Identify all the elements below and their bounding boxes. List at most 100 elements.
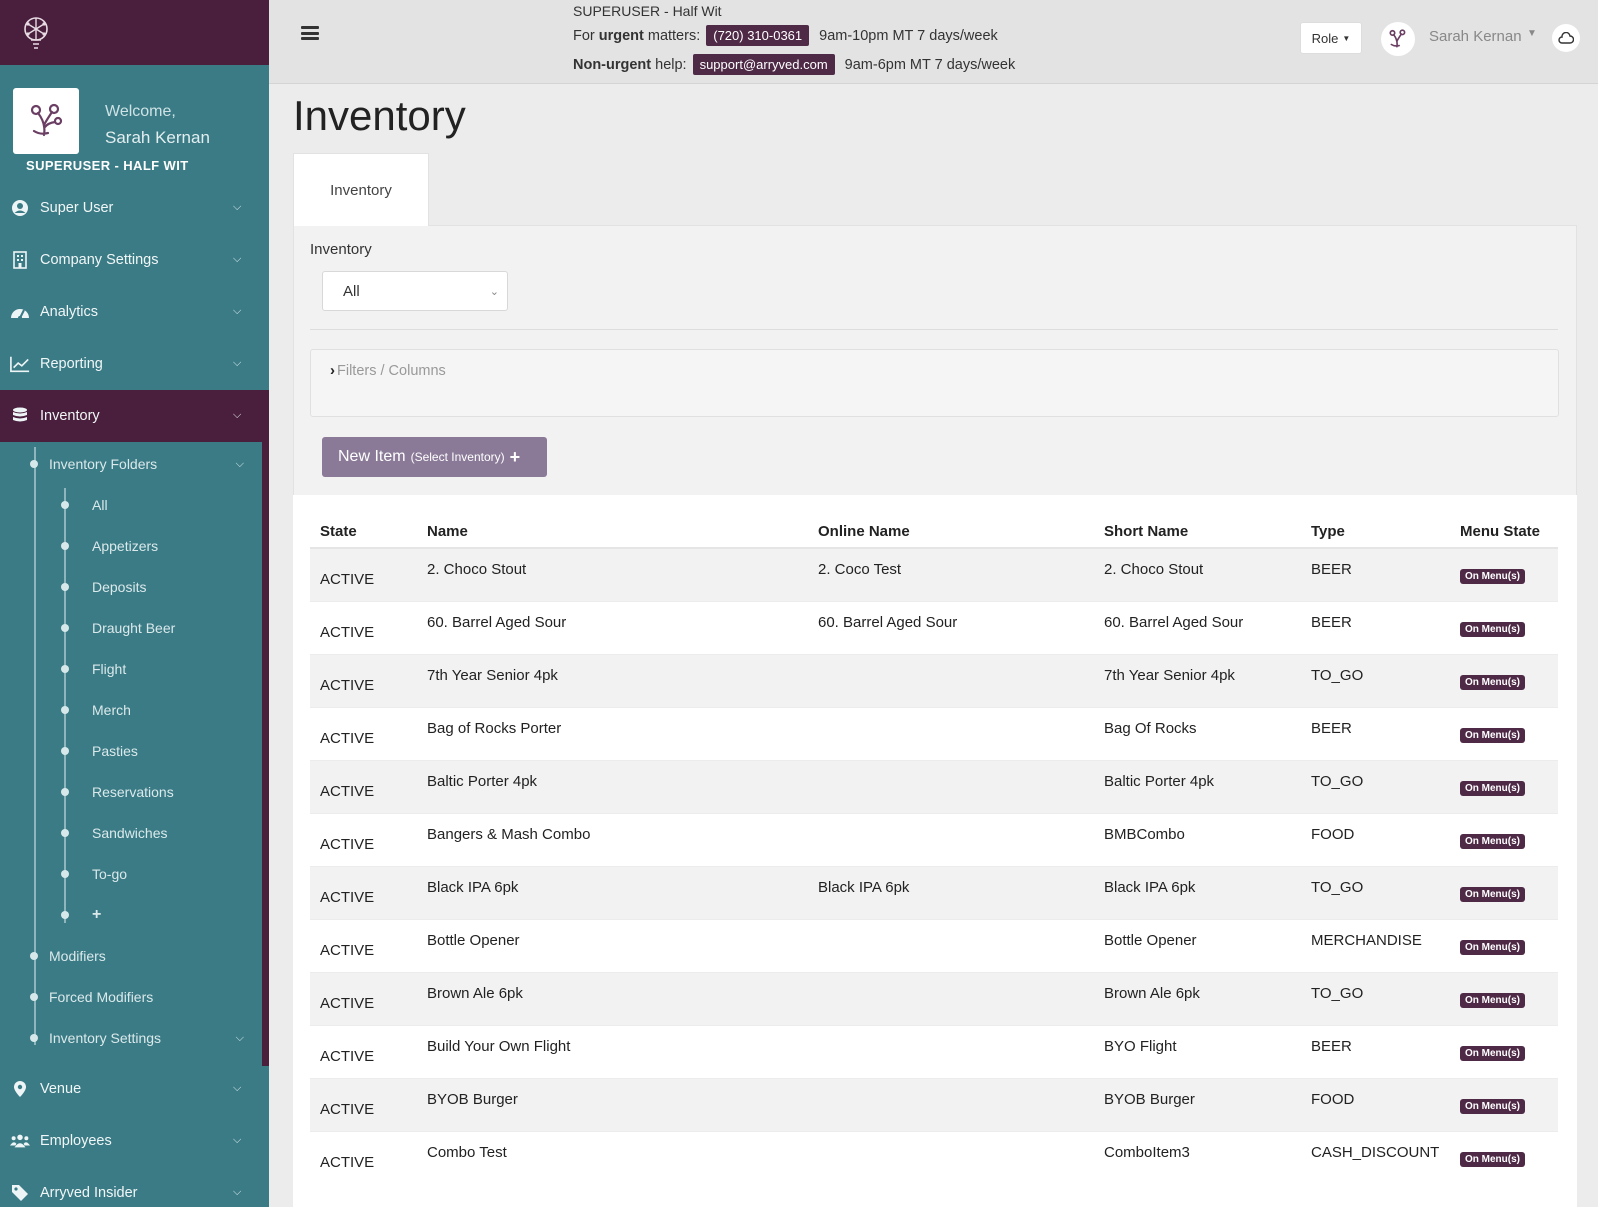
cell-type: MERCHANDISE [1301,918,1450,972]
caret-down-icon[interactable]: ▼ [1527,28,1537,39]
table-row[interactable]: ACTIVE 60. Barrel Aged Sour 60. Barrel Age… [310,600,1558,654]
database-icon [10,406,30,426]
sidebar-item-company-settings[interactable]: Company Settings ⌵ [0,234,269,286]
cell-type: TO_GO [1301,865,1450,919]
table-row[interactable]: ACTIVE Bottle Opener Bottle Opener MERCHAND… [310,918,1558,972]
cell-type: CASH_DISCOUNT [1301,1130,1450,1184]
cell-short-name: Brown Ale 6pk [1094,971,1301,1025]
col-header-state[interactable]: State [310,515,417,549]
folder-reservations[interactable]: Reservations [0,771,262,812]
sidebar-item-inventory-folders[interactable]: Inventory Folders ⌵ [0,443,262,484]
on-menu-badge[interactable]: On Menu(s) [1460,727,1525,743]
cell-type: FOOD [1301,1077,1450,1131]
col-header-menu-state[interactable]: Menu State [1450,515,1558,549]
col-header-short-name[interactable]: Short Name [1094,515,1301,549]
cell-state: ACTIVE [310,1130,417,1184]
on-menu-badge[interactable]: On Menu(s) [1460,939,1525,955]
folder-draught-beer[interactable]: Draught Beer [0,607,262,648]
sidebar-item-arryved-insider[interactable]: Arryved Insider ⌵ [0,1167,269,1207]
brain-logo-icon[interactable] [18,13,54,53]
table-row[interactable]: ACTIVE BYOB Burger BYOB Burger FOOD On Menu(… [310,1077,1558,1131]
add-folder-button[interactable]: + [0,894,262,935]
folder-all[interactable]: All [0,484,262,525]
on-menu-badge[interactable]: On Menu(s) [1460,992,1525,1008]
chevron-down-icon: ⌵ [235,1032,244,1044]
cell-state: ACTIVE [310,918,417,972]
table-row[interactable]: ACTIVE Black IPA 6pk Black IPA 6pk Black IP… [310,865,1558,919]
cell-type: TO_GO [1301,759,1450,813]
sidebar-item-employees[interactable]: Employees ⌵ [0,1115,269,1167]
on-menu-badge[interactable]: On Menu(s) [1460,674,1525,690]
col-header-online-name[interactable]: Online Name [808,515,1094,549]
user-card: Welcome, Sarah Kernan SUPERUSER - HALF W… [0,65,269,179]
role-dropdown[interactable]: Role ▼ [1300,22,1362,54]
active-section-rail [262,396,269,1066]
sidebar-item-inventory[interactable]: Inventory ⌵ [0,390,269,442]
user-avatar[interactable] [1381,22,1415,56]
table-row[interactable]: ACTIVE 7th Year Senior 4pk 7th Year Senior… [310,653,1558,707]
folder-flight[interactable]: Flight [0,648,262,689]
folder-to-go[interactable]: To-go [0,853,262,894]
sidebar-item-modifiers[interactable]: Modifiers [0,935,262,976]
sidebar-item-reporting[interactable]: Reporting ⌵ [0,338,269,390]
support-phone[interactable]: (720) 310-0361 [706,25,810,46]
inventory-select[interactable]: All ⌄ [322,271,508,311]
cell-online-name: 2. Coco Test [808,547,1094,601]
on-menu-badge[interactable]: On Menu(s) [1460,568,1525,584]
sidebar-item-label: Super User [40,200,114,216]
folder-deposits[interactable]: Deposits [0,566,262,607]
folder-pasties[interactable]: Pasties [0,730,262,771]
folder-label: Sandwiches [92,824,168,841]
on-menu-badge[interactable]: On Menu(s) [1460,886,1525,902]
cell-online-name [808,706,1094,760]
folder-merch[interactable]: Merch [0,689,262,730]
table-row[interactable]: ACTIVE Bangers & Mash Combo BMBCombo FOOD On… [310,812,1558,866]
col-header-name[interactable]: Name [417,515,808,549]
folder-sandwiches[interactable]: Sandwiches [0,812,262,853]
table-row[interactable]: ACTIVE Combo Test ComboItem3 CASH_DISCOUNT O… [310,1130,1558,1184]
cell-short-name: Baltic Porter 4pk [1094,759,1301,813]
cell-name: Black IPA 6pk [417,865,808,919]
cell-short-name: BYOB Burger [1094,1077,1301,1131]
cell-short-name: 7th Year Senior 4pk [1094,653,1301,707]
sidebar-item-inventory-settings[interactable]: Inventory Settings ⌵ [0,1017,262,1058]
on-menu-badge[interactable]: On Menu(s) [1460,833,1525,849]
on-menu-badge[interactable]: On Menu(s) [1460,621,1525,637]
company-logo-avatar [13,88,79,154]
cloud-icon[interactable] [1552,24,1580,52]
sidebar-item-venue[interactable]: Venue ⌵ [0,1063,269,1115]
cell-name: Baltic Porter 4pk [417,759,808,813]
on-menu-badge[interactable]: On Menu(s) [1460,1098,1525,1114]
on-menu-badge[interactable]: On Menu(s) [1460,1151,1525,1167]
filters-columns-toggle[interactable]: › Filters / Columns [330,362,446,379]
table-row[interactable]: ACTIVE 2. Choco Stout 2. Coco Test 2. Choco… [310,547,1558,601]
cell-name: 7th Year Senior 4pk [417,653,808,707]
tree-dot [30,1034,38,1042]
table-row[interactable]: ACTIVE Build Your Own Flight BYO Flight BEE… [310,1024,1558,1078]
on-menu-badge[interactable]: On Menu(s) [1460,780,1525,796]
sidebar-item-analytics[interactable]: Analytics ⌵ [0,286,269,338]
sidebar-sub-label: Inventory Folders [49,455,158,472]
urgent-support-line: For urgent matters: (720) 310-0361 9am-1… [573,25,998,46]
tree-dot [30,993,38,1001]
user-menu-name[interactable]: Sarah Kernan [1429,28,1522,45]
cell-menu-state: On Menu(s) [1450,759,1558,813]
table-row[interactable]: ACTIVE Baltic Porter 4pk Baltic Porter 4pk… [310,759,1558,813]
sidebar-item-super-user[interactable]: Super User ⌵ [0,182,269,234]
sidebar-item-forced-modifiers[interactable]: Forced Modifiers [0,976,262,1017]
support-email[interactable]: support@arryved.com [692,54,835,75]
on-menu-badge[interactable]: On Menu(s) [1460,1045,1525,1061]
new-item-button[interactable]: New Item (Select Inventory) + [322,437,547,477]
table-row[interactable]: ACTIVE Brown Ale 6pk Brown Ale 6pk TO_GO On … [310,971,1558,1025]
cell-name: 2. Choco Stout [417,547,808,601]
cell-menu-state: On Menu(s) [1450,706,1558,760]
folder-appetizers[interactable]: Appetizers [0,525,262,566]
col-header-type[interactable]: Type [1301,515,1450,549]
cell-state: ACTIVE [310,600,417,654]
tab-inventory[interactable]: Inventory [293,153,429,226]
cell-online-name [808,1077,1094,1131]
table-row[interactable]: ACTIVE Bag of Rocks Porter Bag Of Rocks BEE… [310,706,1558,760]
hamburger-menu-icon[interactable] [301,26,319,40]
inventory-select-value: All [343,282,360,300]
filters-columns-panel [310,349,1559,417]
